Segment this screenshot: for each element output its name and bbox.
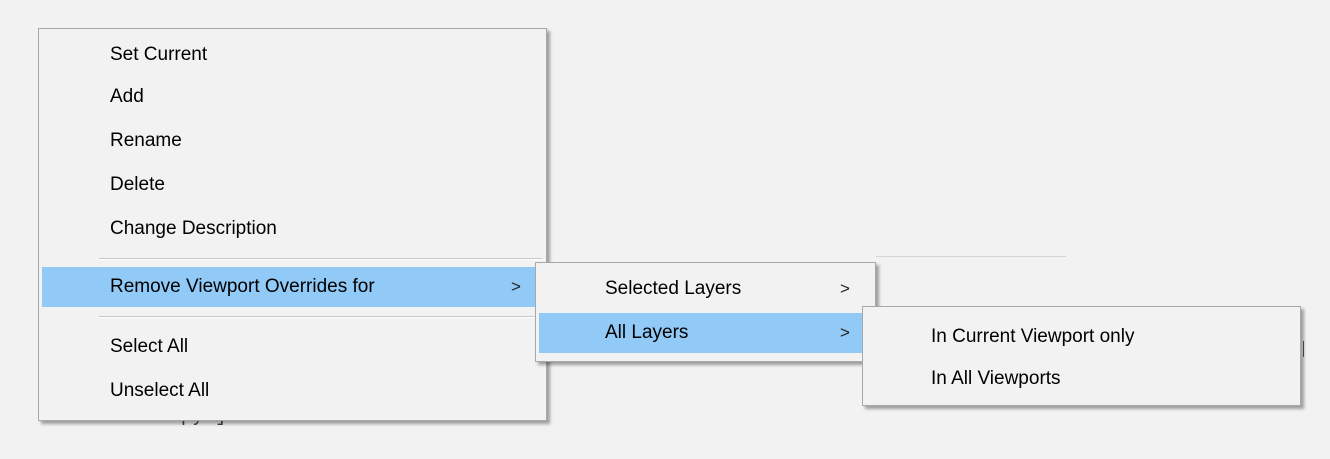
menu-item-add[interactable]: Add — [42, 77, 543, 117]
menu-item-in-current-viewport-only[interactable]: In Current Viewport only — [866, 317, 1297, 357]
menu-item-label: Selected Layers — [605, 278, 742, 299]
menu-item-label: All Layers — [605, 322, 689, 343]
background-tick — [1303, 341, 1304, 357]
menu-item-change-description[interactable]: Change Description — [42, 209, 543, 249]
menu-item-label: Add — [110, 86, 144, 107]
menu-item-label: Set Current — [110, 44, 208, 65]
menu-item-select-all[interactable]: Select All — [42, 327, 543, 367]
menu-item-unselect-all[interactable]: Unselect All — [42, 371, 543, 411]
menu-item-selected-layers[interactable]: Selected Layers > — [539, 269, 872, 309]
menu-item-all-layers[interactable]: All Layers > — [539, 313, 872, 353]
menu-separator — [99, 258, 543, 260]
background-divider — [876, 256, 1066, 257]
context-submenu-overrides: Selected Layers > All Layers > — [535, 262, 876, 362]
menu-item-label: Delete — [110, 174, 165, 195]
menu-item-in-all-viewports[interactable]: In All Viewports — [866, 359, 1297, 399]
menu-item-rename[interactable]: Rename — [42, 121, 543, 161]
menu-item-set-current[interactable]: Set Current — [42, 35, 543, 75]
menu-item-label: Unselect All — [110, 380, 210, 401]
menu-item-label: Select All — [110, 336, 189, 357]
desktop-background: ‣ ‣‣ Lean copy ] Set> 3 Set Current Add … — [0, 0, 1330, 459]
menu-item-label: Rename — [110, 130, 182, 151]
menu-item-delete[interactable]: Delete — [42, 165, 543, 205]
menu-item-label: Change Description — [110, 218, 277, 239]
context-submenu-all-layers: In Current Viewport only In All Viewport… — [862, 306, 1301, 406]
submenu-arrow-icon: > — [840, 279, 850, 298]
submenu-arrow-icon: > — [511, 277, 521, 296]
submenu-arrow-icon: > — [840, 323, 850, 342]
menu-item-label: In Current Viewport only — [931, 326, 1135, 347]
menu-item-remove-viewport-overrides[interactable]: Remove Viewport Overrides for > — [42, 267, 543, 307]
context-menu-main: Set Current Add Rename Delete Change Des… — [38, 28, 547, 421]
menu-item-label: In All Viewports — [931, 368, 1061, 389]
menu-item-label: Remove Viewport Overrides for — [110, 276, 375, 297]
menu-separator — [99, 316, 543, 318]
